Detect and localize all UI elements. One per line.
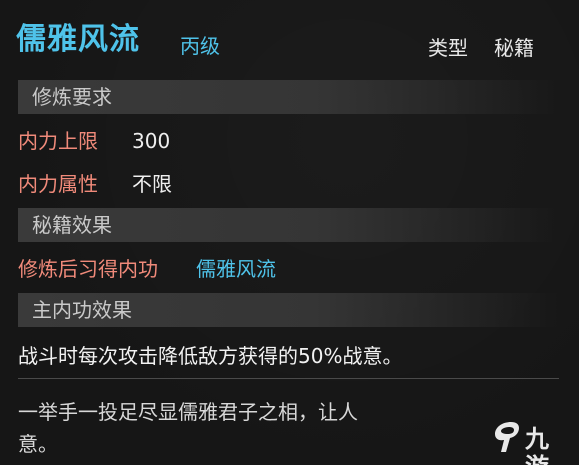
section-requirements: 修炼要求 [18,80,559,114]
flavor-text: 一举手一投足尽显儒雅君子之相，让人 意。 [18,396,563,460]
skill-grade: 丙级 [180,34,220,58]
section-main-effect: 主内功效果 [18,293,559,327]
neili-limit-value: 300 [132,129,171,153]
flavor-line-2: 意。 [18,432,58,456]
section-requirements-label: 修炼要求 [32,85,112,109]
skill-title: 儒雅风流 [16,22,140,57]
section-book-effect: 秘籍效果 [18,208,559,242]
learn-skill-label: 修炼后习得内功 [18,257,158,281]
skill-tooltip-panel: 儒雅风流 丙级 类型 秘籍 修炼要求 内力上限 300 内力属性 不限 秘籍效果… [0,0,579,465]
type-value: 秘籍 [494,36,534,60]
neili-limit-label: 内力上限 [18,129,98,153]
type-label: 类型 [428,36,468,60]
neili-attr-label: 内力属性 [18,172,98,196]
learn-skill-value: 儒雅风流 [196,257,276,281]
neili-attr-value: 不限 [132,172,172,196]
section-book-effect-label: 秘籍效果 [32,213,112,237]
flavor-line-1: 一举手一投足尽显儒雅君子之相，让人 [18,400,358,424]
divider [18,378,559,379]
section-main-effect-label: 主内功效果 [32,298,132,322]
watermark-logo-icon [495,422,519,452]
main-effect-text: 战斗时每次攻击降低敌方获得的50%战意。 [18,344,403,368]
watermark: 九游 [491,419,571,465]
watermark-text: 九游 [525,425,549,465]
